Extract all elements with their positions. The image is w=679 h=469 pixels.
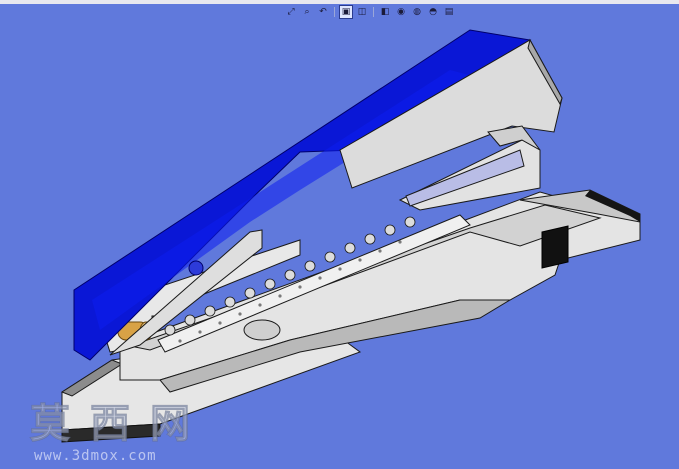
anvil-recess <box>243 319 281 341</box>
3d-viewport[interactable]: ⤢ ⌕ ↶ ▣ ◫ ◧ ◉ ◍ ◓ ▤ 莫 西 网 www.3dmox.com <box>0 0 679 469</box>
rear-cutout <box>541 225 569 269</box>
stapler-model[interactable] <box>0 0 679 469</box>
cover-hole <box>188 260 204 276</box>
